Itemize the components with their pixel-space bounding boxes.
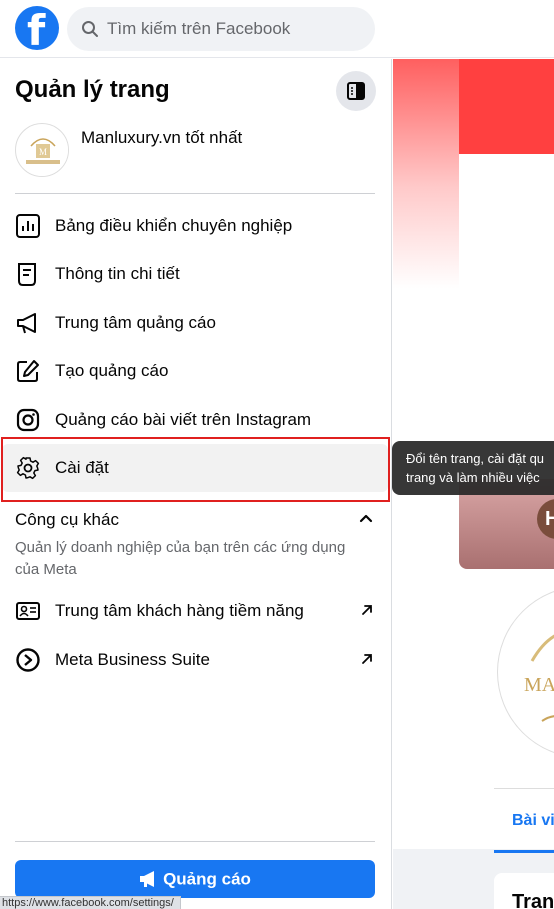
status-bar-url: https://www.facebook.com/settings/ [0,896,181,909]
promote-button-label: Quảng cáo [163,869,251,889]
menu-item-label: Cài đặt [55,458,109,477]
top-bar: f [0,0,554,58]
megaphone-icon [17,313,36,334]
svg-text:MA: MA [524,674,554,696]
collapse-panel-button[interactable] [336,71,376,111]
menu-item-label: Trung tâm khách hàng tiềm năng [55,601,304,620]
menu-item-label: Quảng cáo bài viết trên Instagram [55,410,312,429]
menu-item-label: Thông tin chi tiết [55,264,180,283]
sidebar-toggle-icon [347,82,365,100]
tab-posts[interactable]: Bài viế [512,812,554,830]
panel-title: Quản lý trang [15,76,170,103]
menu-item-label: Trung tâm quảng cáo [55,313,216,332]
menu-item-label: Tạo quảng cáo [55,361,169,380]
cover-photo-accent [459,59,554,154]
other-tools-description: Quản lý doanh nghiệp của bạn trên các ứn… [15,539,346,578]
intro-card-title: Tran [512,891,554,909]
other-tools-heading[interactable]: Công cụ khác [15,510,119,530]
menu-item-label: Bảng điều khiển chuyên nghiệp [55,216,293,235]
divider [15,841,375,842]
tooltip-line: Đổi tên trang, cài đặt qu [406,451,545,466]
dashboard-icon [16,214,40,238]
external-link-icon [362,605,372,615]
page-profile-picture[interactable]: MA [498,587,554,757]
search-box[interactable] [67,7,375,51]
menu-item-label: Meta Business Suite [55,650,210,669]
settings-tooltip: Đổi tên trang, cài đặt qu trang và làm n… [392,441,554,495]
page-profile-row[interactable]: M Manluxury.vn tốt nhất [15,123,375,183]
divider [15,193,375,194]
menu-item-insights[interactable]: Thông tin chi tiết [2,250,388,298]
page-name: Manluxury.vn tốt nhất [81,128,243,147]
external-link-icon [362,654,372,664]
chevron-up-icon[interactable] [358,511,374,527]
megaphone-icon [140,871,155,888]
page-tabs: Bài viế [494,788,554,853]
instagram-icon [16,408,40,432]
facebook-logo[interactable]: f [15,6,59,50]
menu-item-ad-center[interactable]: Trung tâm quảng cáo [2,299,388,347]
gear-icon [16,456,40,480]
pencil-icon [17,360,39,382]
active-tab-indicator [494,850,554,853]
menu-item-instagram-ads[interactable]: Quảng cáo bài viết trên Instagram [2,396,388,444]
promote-button[interactable]: Quảng cáo [15,860,375,898]
meta-business-icon [16,648,40,672]
manage-page-panel: Quản lý trang M Manluxury.vn tốt nhất Bả… [0,59,392,909]
menu-item-settings[interactable]: Cài đặt [2,444,388,492]
tooltip-line: trang và làm nhiều việc [406,470,540,485]
intro-card: Tran [494,873,554,909]
insights-icon [18,263,36,286]
menu-item-professional-dashboard[interactable]: Bảng điều khiển chuyên nghiệp [2,202,388,250]
lead-center-icon [16,602,40,620]
page-avatar: M [15,123,69,177]
search-input[interactable] [107,7,367,51]
svg-text:M: M [39,147,47,157]
search-icon [82,21,98,37]
menu-item-meta-business-suite[interactable]: Meta Business Suite [2,636,388,684]
menu-item-lead-center[interactable]: Trung tâm khách hàng tiềm năng [2,587,388,635]
menu-item-create-ad[interactable]: Tạo quảng cáo [2,347,388,395]
